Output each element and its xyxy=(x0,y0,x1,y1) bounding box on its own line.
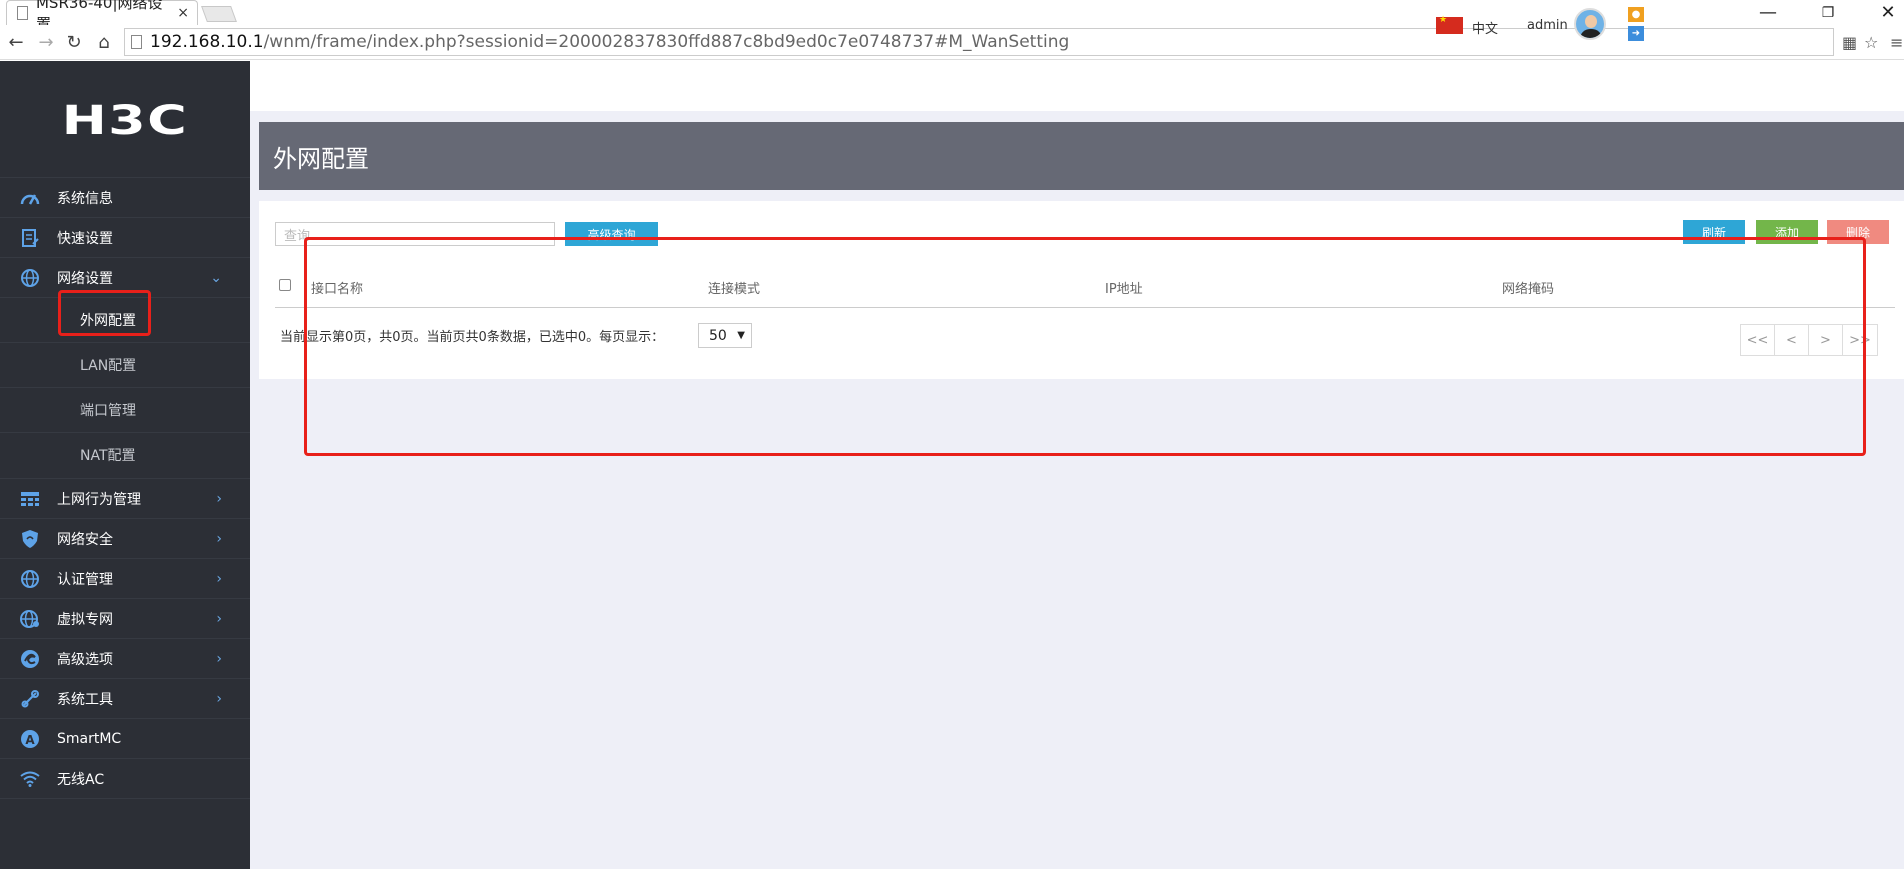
logo-text: H3C xyxy=(61,98,189,144)
menu-icon[interactable]: ≡ xyxy=(1890,33,1903,52)
network-globe-icon xyxy=(18,607,42,631)
gauge-icon xyxy=(18,186,42,210)
swirl-icon xyxy=(18,647,42,671)
url-path: /wnm/frame/index.php?sessionid=200002837… xyxy=(263,32,1070,52)
sidebar-item-network-security[interactable]: 网络安全 › xyxy=(0,518,250,558)
top-header xyxy=(250,61,1904,111)
home-icon[interactable]: ⌂ xyxy=(92,30,116,54)
logout-icon[interactable]: ➜ xyxy=(1628,26,1644,41)
window-close-icon[interactable]: ✕ xyxy=(1868,0,1904,25)
reload-icon[interactable]: ↻ xyxy=(62,30,86,54)
sidebar-item-label: 系统信息 xyxy=(57,190,113,207)
translate-icon[interactable]: ▦ xyxy=(1842,33,1857,52)
sidebar-item-advanced-options[interactable]: 高级选项 › xyxy=(0,638,250,678)
browser-tab[interactable]: MSR36-40|网络设置 × xyxy=(6,0,198,33)
sidebar-item-label: 快速设置 xyxy=(57,230,113,247)
language-switch[interactable]: 中文 xyxy=(1472,18,1498,37)
globe-icon xyxy=(18,567,42,591)
chevron-right-icon: › xyxy=(216,610,222,627)
lock-icon[interactable]: ● xyxy=(1628,7,1644,22)
sidebar-subitem-lan-config[interactable]: LAN配置 xyxy=(0,342,250,387)
address-bar: ← → ↻ ⌂ 192.168.10.1/wnm/frame/index.php… xyxy=(0,25,1904,60)
select-all-checkbox[interactable] xyxy=(279,279,291,291)
sidebar-item-label: 认证管理 xyxy=(57,571,113,588)
sidebar-subitem-label: LAN配置 xyxy=(80,358,137,374)
sidebar-item-label: 无线AC xyxy=(57,771,105,788)
svg-text:A: A xyxy=(25,733,35,747)
tab-close-icon[interactable]: × xyxy=(177,5,189,21)
sidebar-item-label: SmartMC xyxy=(57,730,122,747)
sidebar-subitem-label: NAT配置 xyxy=(80,448,136,464)
sidebar-item-label: 虚拟专网 xyxy=(57,611,113,628)
sidebar-subitem-port-management[interactable]: 端口管理 xyxy=(0,387,250,432)
sidebar-item-quick-setup[interactable]: 快速设置 xyxy=(0,217,250,257)
annotation-highlight-sidebar xyxy=(58,290,151,336)
sidebar-subitem-label: 端口管理 xyxy=(80,403,136,419)
sidebar-item-auth-management[interactable]: 认证管理 › xyxy=(0,558,250,598)
sidebar-item-label: 网络设置 xyxy=(57,270,113,287)
china-flag-icon[interactable] xyxy=(1436,15,1463,34)
forward-icon[interactable]: → xyxy=(34,30,58,54)
globe-icon xyxy=(18,266,42,290)
table-icon xyxy=(18,487,42,511)
shield-icon xyxy=(18,527,42,551)
sidebar-item-wireless-ac[interactable]: 无线AC xyxy=(0,758,250,798)
chevron-right-icon: › xyxy=(216,490,222,507)
sidebar-item-vpn[interactable]: 虚拟专网 › xyxy=(0,598,250,638)
avatar[interactable] xyxy=(1574,8,1606,40)
username-label[interactable]: admin xyxy=(1527,18,1568,33)
sidebar-item-smartmc[interactable]: A SmartMC xyxy=(0,718,250,758)
page-title-bar: 外网配置 xyxy=(259,122,1904,190)
tools-icon xyxy=(18,687,42,711)
sidebar-item-behavior-management[interactable]: 上网行为管理 › xyxy=(0,478,250,518)
sidebar-subitem-nat-config[interactable]: NAT配置 xyxy=(0,432,250,477)
browser-titlebar: MSR36-40|网络设置 × — ❐ ✕ xyxy=(0,0,1904,33)
chevron-right-icon: › xyxy=(216,650,222,667)
back-icon[interactable]: ← xyxy=(4,30,28,54)
sidebar-item-label: 上网行为管理 xyxy=(57,491,141,508)
smartmc-icon: A xyxy=(18,727,42,751)
annotation-highlight-table xyxy=(304,237,1866,456)
new-tab-button[interactable] xyxy=(201,6,237,22)
url-host: 192.168.10.1 xyxy=(150,32,264,52)
chevron-right-icon: › xyxy=(216,690,222,707)
chevron-right-icon: › xyxy=(216,570,222,587)
bookmark-star-icon[interactable]: ☆ xyxy=(1864,33,1878,52)
sidebar-item-system-info[interactable]: 系统信息 xyxy=(0,177,250,217)
sidebar: H3C 系统信息 快速设置 网络设置 ⌄ 外网配置 LAN配置 端口管理 NAT… xyxy=(0,61,250,869)
page-icon xyxy=(17,6,28,20)
sidebar-item-label: 网络安全 xyxy=(57,531,113,548)
sidebar-divider xyxy=(0,798,250,799)
chevron-down-icon: ⌄ xyxy=(210,269,222,286)
sidebar-item-system-tools[interactable]: 系统工具 › xyxy=(0,678,250,718)
wifi-icon xyxy=(18,767,42,791)
clipboard-icon xyxy=(18,226,42,250)
page-title: 外网配置 xyxy=(273,144,369,173)
h3c-logo: H3C xyxy=(0,61,250,181)
minimize-icon[interactable]: — xyxy=(1748,0,1788,25)
sidebar-item-label: 高级选项 xyxy=(57,651,113,668)
page-info-icon xyxy=(131,35,142,49)
chevron-right-icon: › xyxy=(216,530,222,547)
sidebar-item-label: 系统工具 xyxy=(57,691,113,708)
restore-icon[interactable]: ❐ xyxy=(1808,0,1848,25)
